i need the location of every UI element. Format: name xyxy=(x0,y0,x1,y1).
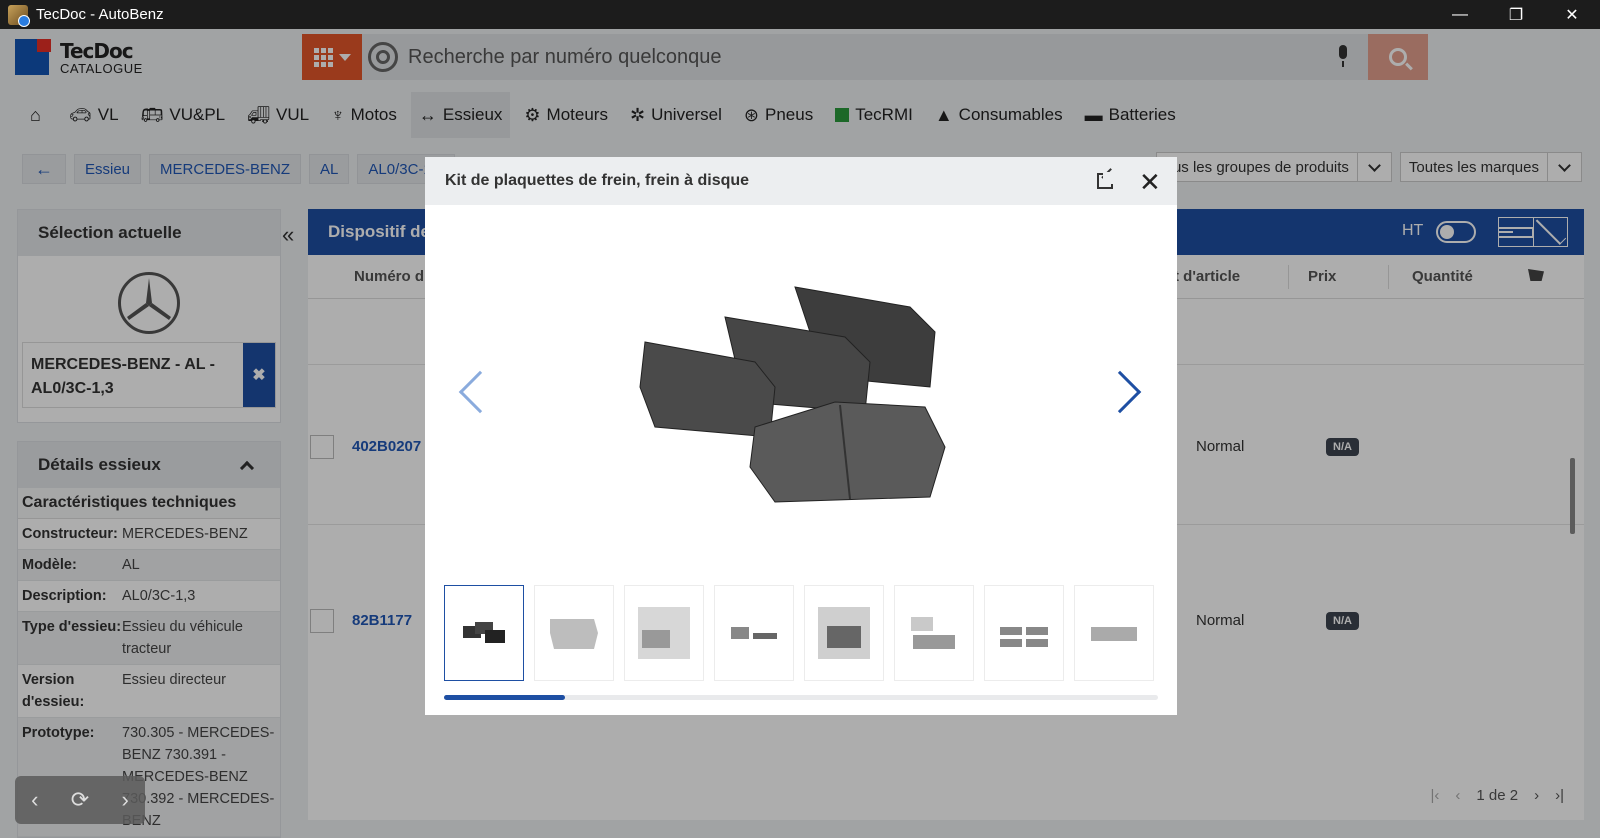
refresh-icon[interactable]: ⟳ xyxy=(71,787,89,813)
floating-nav: ‹ ⟳ › xyxy=(15,776,145,824)
close-modal-button[interactable]: ✕ xyxy=(1139,167,1161,198)
product-image xyxy=(625,277,965,527)
thumbnail[interactable] xyxy=(534,585,614,681)
thumbnail[interactable] xyxy=(714,585,794,681)
thumbnail[interactable] xyxy=(1074,585,1154,681)
minimize-button[interactable]: — xyxy=(1432,0,1488,29)
app-icon xyxy=(8,4,30,27)
thumbnail[interactable] xyxy=(984,585,1064,681)
thumbnail[interactable] xyxy=(624,585,704,681)
prev-image-button[interactable] xyxy=(458,370,502,414)
image-gallery-modal: Kit de plaquettes de frein, frein à disq… xyxy=(425,157,1177,715)
window-titlebar: TecDoc - AutoBenz — ❐ ✕ xyxy=(0,0,1600,29)
expand-icon[interactable] xyxy=(1097,168,1115,189)
gallery-progress xyxy=(444,695,1158,700)
modal-title: Kit de plaquettes de frein, frein à disq… xyxy=(445,172,750,189)
thumbnail[interactable] xyxy=(804,585,884,681)
modal-header: Kit de plaquettes de frein, frein à disq… xyxy=(425,157,1177,205)
thumbnail-strip xyxy=(444,585,1164,681)
thumbnail[interactable] xyxy=(894,585,974,681)
thumbnail[interactable] xyxy=(444,585,524,681)
window-title: TecDoc - AutoBenz xyxy=(36,6,164,23)
restore-button[interactable]: ❐ xyxy=(1488,0,1544,29)
close-window-button[interactable]: ✕ xyxy=(1544,0,1600,29)
next-image-button[interactable] xyxy=(1098,370,1142,414)
back-nav-icon[interactable]: ‹ xyxy=(31,787,38,813)
forward-nav-icon[interactable]: › xyxy=(122,787,129,813)
